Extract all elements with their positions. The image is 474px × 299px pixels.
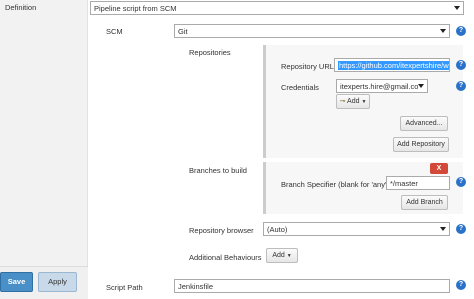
branch-specifier-label: Branch Specifier (blank for 'any'): [281, 180, 389, 189]
add-behaviour-label: Add: [272, 252, 285, 259]
repository-url-value: https://github.com/itexpertshire/web: [338, 61, 449, 70]
script-path-label: Script Path: [106, 283, 143, 292]
help-icon[interactable]: ?: [456, 224, 466, 234]
chevron-down-icon: [418, 84, 424, 88]
help-icon[interactable]: ?: [456, 81, 466, 91]
branches-heading: Branches to build: [189, 166, 247, 175]
repository-browser-select[interactable]: (Auto): [263, 222, 450, 236]
apply-button-label: Apply: [48, 277, 67, 286]
add-branch-button[interactable]: Add Branch: [401, 195, 448, 210]
script-path-input[interactable]: Jenkinsfile: [174, 279, 450, 293]
add-repository-label: Add Repository: [397, 141, 445, 148]
save-button[interactable]: Save: [0, 272, 33, 292]
close-icon: X: [436, 165, 442, 172]
chevron-down-icon: ▼: [361, 99, 367, 105]
advanced-button[interactable]: Advanced...: [400, 116, 448, 131]
repository-browser-value: (Auto): [267, 225, 288, 234]
left-sidebar-area: [0, 0, 88, 299]
branch-specifier-input[interactable]: */master: [386, 176, 450, 190]
key-icon: ⊸: [339, 98, 346, 105]
scm-select-value: Git: [178, 27, 188, 36]
apply-button[interactable]: Apply: [38, 272, 77, 292]
branch-specifier-value: */master: [390, 179, 418, 188]
add-behaviour-button[interactable]: Add ▼: [266, 248, 298, 263]
add-credentials-label: Add: [347, 98, 360, 105]
additional-behaviours-label: Additional Behaviours: [189, 253, 262, 262]
definition-label: Definition: [5, 3, 37, 12]
scm-select[interactable]: Git: [174, 24, 450, 38]
repository-browser-label: Repository browser: [189, 226, 254, 235]
help-icon[interactable]: ?: [456, 177, 466, 187]
definition-select-value: Pipeline script from SCM: [94, 4, 177, 13]
chevron-down-icon: ▼: [286, 253, 292, 259]
chevron-down-icon: [440, 227, 446, 231]
credentials-label: Credentials: [281, 83, 319, 92]
help-icon[interactable]: ?: [456, 60, 466, 70]
delete-branch-button[interactable]: X: [430, 163, 448, 174]
scm-label: SCM: [106, 27, 123, 36]
save-button-label: Save: [7, 277, 26, 286]
credentials-select-value: itexperts.hire@gmail.co: [340, 82, 419, 91]
script-path-value: Jenkinsfile: [178, 282, 214, 291]
chevron-down-icon: [454, 6, 460, 10]
definition-select[interactable]: Pipeline script from SCM: [90, 1, 464, 15]
help-icon[interactable]: ?: [456, 26, 466, 36]
credentials-select[interactable]: itexperts.hire@gmail.co: [336, 79, 428, 93]
chevron-down-icon: [440, 29, 446, 33]
advanced-button-label: Advanced...: [405, 120, 443, 127]
add-repository-button[interactable]: Add Repository: [393, 137, 449, 152]
help-icon[interactable]: ?: [456, 280, 466, 290]
repositories-heading: Repositories: [189, 48, 231, 57]
repository-url-input[interactable]: https://github.com/itexpertshire/web: [334, 58, 450, 72]
add-branch-label: Add Branch: [406, 199, 443, 206]
repository-url-label: Repository URL: [281, 62, 334, 71]
add-credentials-button[interactable]: ⊸ Add ▼: [336, 94, 370, 109]
